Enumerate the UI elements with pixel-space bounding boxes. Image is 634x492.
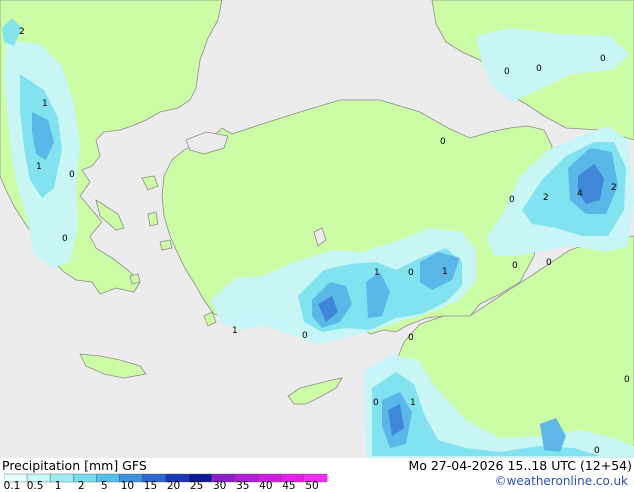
land-samos xyxy=(159,239,173,251)
map-label: 1 xyxy=(42,99,48,109)
scale-swatch xyxy=(49,473,74,483)
scale-tick-label: 0.5 xyxy=(26,480,44,492)
scale-tick-label: 40 xyxy=(259,480,273,492)
forecast-time: Mo 27-04-2026 15..18 UTC (12+54) xyxy=(408,458,632,473)
map-label: 0 xyxy=(600,54,606,64)
map-label: 0 xyxy=(69,170,75,180)
map-label: 1 xyxy=(410,398,416,408)
map-label: 0 xyxy=(408,333,414,343)
scale-tick-label: 30 xyxy=(213,480,227,492)
map-label: 0 xyxy=(408,268,414,278)
map-footer: Precipitation [mm] GFS Mo 27-04-2026 15.… xyxy=(0,458,634,492)
map-label: 0 xyxy=(594,446,600,456)
scale-tick-label: 1 xyxy=(54,480,62,492)
map-label: 0 xyxy=(302,331,308,341)
map-label: 0 xyxy=(440,137,446,147)
scale-tick-label: 0.1 xyxy=(3,480,21,492)
scale-tick-label: 5 xyxy=(100,480,108,492)
map-label: 2 xyxy=(543,193,549,203)
precipitation-title: Precipitation [mm] GFS xyxy=(2,458,147,473)
scale-tick-label: 35 xyxy=(236,480,250,492)
scale-tick-label: 2 xyxy=(77,480,85,492)
map-label: 1 xyxy=(36,162,42,172)
map-label: 0 xyxy=(62,234,68,244)
map-label: 2 xyxy=(611,183,617,193)
scale-tick-label: 50 xyxy=(305,480,319,492)
precipitation-map: 2 1 1 0 0 0 0 0 0 0 2 4 2 0 0 1 0 1 1 0 … xyxy=(0,0,634,458)
scale-swatch xyxy=(96,473,120,483)
land-chios xyxy=(147,211,159,227)
scale-tick-label: 25 xyxy=(189,480,204,492)
scale-tick-label: 15 xyxy=(143,480,158,492)
map-label: 0 xyxy=(536,64,542,74)
map-label: 0 xyxy=(504,67,510,77)
map-label: 0 xyxy=(373,398,379,408)
credit-link[interactable]: ©weatheronline.co.uk xyxy=(495,474,628,488)
map-label: 0 xyxy=(512,261,518,271)
map-label: 2 xyxy=(19,27,25,37)
scale-tick-label: 45 xyxy=(282,480,296,492)
scale-tick-label: 20 xyxy=(166,480,181,492)
map-label: 0 xyxy=(546,258,552,268)
map-label: 0 xyxy=(509,195,515,205)
scale-swatch xyxy=(73,473,97,483)
map-label: 4 xyxy=(577,189,583,199)
map-label: 0 xyxy=(624,375,630,385)
map-label: 1 xyxy=(442,267,448,277)
scale-tick-label: 10 xyxy=(120,480,135,492)
map-label: 1 xyxy=(374,268,380,278)
land-naxos xyxy=(129,273,141,285)
map-label: 1 xyxy=(232,326,238,336)
